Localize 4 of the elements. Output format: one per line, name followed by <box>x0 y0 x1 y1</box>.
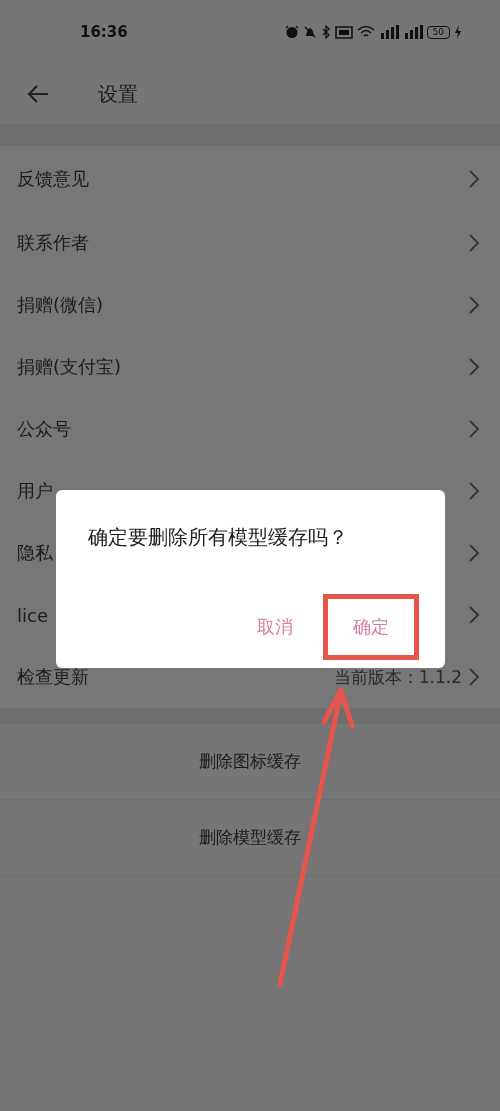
dialog-message: 确定要删除所有模型缓存吗？ <box>88 524 349 551</box>
page-title: 设置 <box>98 80 138 108</box>
status-time: 16:36 <box>80 23 128 41</box>
battery-icon: 50 <box>426 25 450 39</box>
